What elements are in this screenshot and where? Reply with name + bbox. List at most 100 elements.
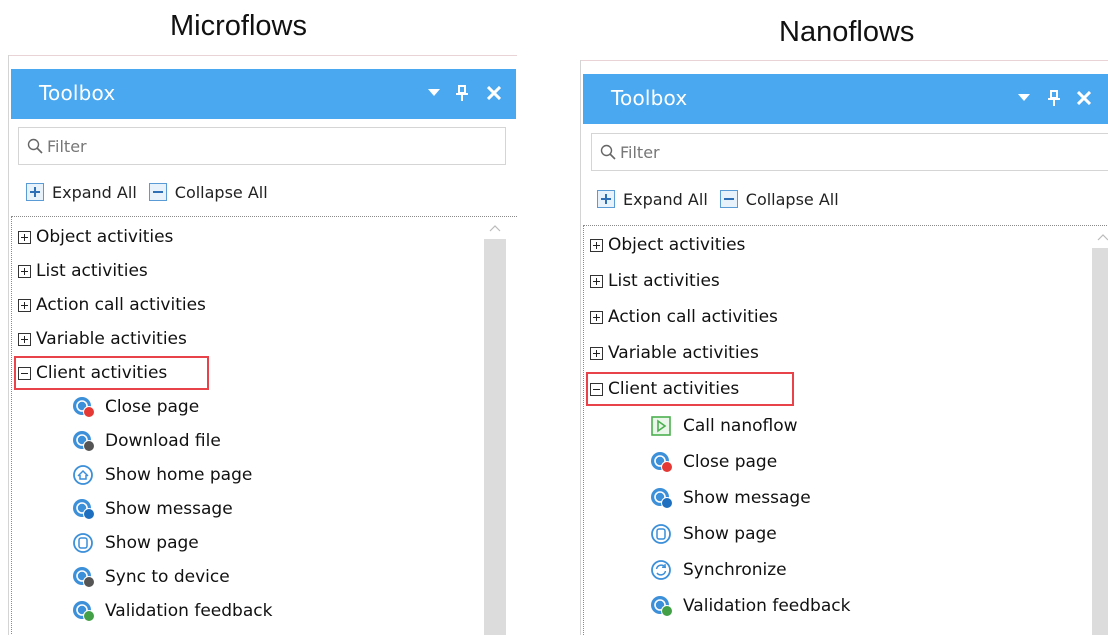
item-label: Synchronize xyxy=(683,560,787,580)
expand-icon[interactable] xyxy=(18,230,31,244)
nanoflows-heading: Nanoflows xyxy=(779,16,915,48)
expand-icon[interactable] xyxy=(18,332,31,346)
show-message-icon xyxy=(651,488,673,509)
expand-all-icon xyxy=(26,183,44,201)
item-label: Show message xyxy=(105,499,233,519)
expand-all-button[interactable]: Expand All xyxy=(26,183,137,202)
close-page-icon xyxy=(73,397,95,418)
toolbox-title: Toolbox xyxy=(39,81,116,105)
collapse-all-label: Collapse All xyxy=(745,189,839,209)
dropdown-arrow-icon[interactable] xyxy=(1013,86,1035,110)
tree-category-object-activities[interactable]: Object activities xyxy=(590,230,745,260)
validation-feedback-icon xyxy=(73,601,95,622)
tree-category-action-call-activities[interactable]: Action call activities xyxy=(18,290,206,320)
toolbox-titlebar: Toolbox xyxy=(11,69,516,119)
category-label: Object activities xyxy=(36,227,174,247)
close-page-icon xyxy=(651,452,673,473)
toolbox-item-close-page[interactable]: Close page xyxy=(72,392,199,422)
dropdown-arrow-icon[interactable] xyxy=(423,81,445,105)
toolbox-tree: Object activities List activities Action… xyxy=(583,225,1108,635)
show-page-icon xyxy=(651,524,671,544)
item-label: Show message xyxy=(683,488,811,508)
tree-category-variable-activities[interactable]: Variable activities xyxy=(590,338,759,368)
microflows-heading: Microflows xyxy=(170,10,307,42)
collapse-all-button[interactable]: Collapse All xyxy=(719,189,839,209)
expand-all-button[interactable]: Expand All xyxy=(597,190,708,209)
category-label: Action call activities xyxy=(608,307,778,327)
synchronize-icon xyxy=(651,560,671,580)
toolbox-item-call-nanoflow[interactable]: Call nanoflow xyxy=(650,411,798,441)
filter-input[interactable]: Filter xyxy=(591,133,1108,171)
toolbox-item-validation-feedback[interactable]: Validation feedback xyxy=(650,591,850,621)
client-activities-highlight xyxy=(586,372,794,406)
collapse-all-icon xyxy=(719,190,738,208)
toolbox-panel-microflows: Toolbox Filter Expand All Collapse All O… xyxy=(8,55,517,635)
panel-top-border xyxy=(581,60,1108,75)
toolbox-item-show-home-page[interactable]: Show home page xyxy=(72,460,252,490)
filter-placeholder: Filter xyxy=(620,143,660,162)
expand-icon[interactable] xyxy=(590,238,603,252)
scroll-up-icon[interactable] xyxy=(484,217,506,239)
tree-category-action-call-activities[interactable]: Action call activities xyxy=(590,302,778,332)
item-label: Show page xyxy=(683,524,777,544)
expand-all-label: Expand All xyxy=(52,182,137,202)
toolbox-item-show-message[interactable]: Show message xyxy=(72,494,233,524)
panel-top-border xyxy=(9,55,517,70)
tree-scrollbar[interactable] xyxy=(1092,226,1108,635)
validation-feedback-icon xyxy=(651,596,673,617)
tree-scrollbar[interactable] xyxy=(484,217,506,635)
toolbox-item-show-message[interactable]: Show message xyxy=(650,483,811,513)
tree-category-variable-activities[interactable]: Variable activities xyxy=(18,324,187,354)
category-label: List activities xyxy=(608,271,720,291)
collapse-all-button[interactable]: Collapse All xyxy=(148,183,268,202)
tree-category-object-activities[interactable]: Object activities xyxy=(18,222,173,252)
scroll-up-icon[interactable] xyxy=(1092,226,1108,248)
expand-icon[interactable] xyxy=(18,264,31,278)
category-label: Variable activities xyxy=(36,329,187,349)
expand-icon[interactable] xyxy=(590,274,603,288)
item-label: Validation feedback xyxy=(105,601,273,621)
expand-all-icon xyxy=(597,190,615,208)
search-icon xyxy=(600,144,616,164)
category-label: Variable activities xyxy=(608,343,759,363)
pin-icon[interactable] xyxy=(1043,86,1065,110)
toolbox-title: Toolbox xyxy=(611,86,688,110)
item-label: Validation feedback xyxy=(683,596,851,616)
tree-category-list-activities[interactable]: List activities xyxy=(18,256,148,286)
toolbox-item-show-page[interactable]: Show page xyxy=(72,528,199,558)
item-label: Sync to device xyxy=(105,567,230,587)
expand-icon[interactable] xyxy=(590,346,603,360)
show-message-icon xyxy=(73,499,95,520)
filter-placeholder: Filter xyxy=(47,137,87,156)
client-activities-highlight xyxy=(14,356,209,390)
collapse-all-icon xyxy=(148,183,167,201)
toolbox-tree: Object activities List activities Action… xyxy=(11,216,517,635)
item-label: Call nanoflow xyxy=(683,416,798,436)
close-icon[interactable] xyxy=(1073,86,1095,110)
item-label: Download file xyxy=(105,431,221,451)
item-label: Close page xyxy=(683,452,778,472)
expand-all-label: Expand All xyxy=(623,189,708,209)
toolbox-item-show-page[interactable]: Show page xyxy=(650,519,777,549)
item-label: Close page xyxy=(105,397,200,417)
toolbox-item-sync-to-device[interactable]: Sync to device xyxy=(72,562,230,592)
toolbox-item-download-file[interactable]: Download file xyxy=(72,426,221,456)
search-icon xyxy=(27,138,43,158)
download-file-icon xyxy=(73,431,95,452)
toolbox-item-validation-feedback[interactable]: Validation feedback xyxy=(72,596,272,626)
expand-collapse-toolbar: Expand All Collapse All xyxy=(26,179,280,205)
tree-category-list-activities[interactable]: List activities xyxy=(590,266,720,296)
toolbox-titlebar: Toolbox xyxy=(583,74,1108,124)
toolbox-panel-nanoflows: Toolbox Filter Expand All Collapse All O… xyxy=(580,60,1108,635)
expand-icon[interactable] xyxy=(18,298,31,312)
category-label: Action call activities xyxy=(36,295,206,315)
filter-input[interactable]: Filter xyxy=(18,127,506,165)
pin-icon[interactable] xyxy=(451,81,473,105)
expand-icon[interactable] xyxy=(590,310,603,324)
category-label: Object activities xyxy=(608,235,746,255)
toolbox-item-close-page[interactable]: Close page xyxy=(650,447,777,477)
close-icon[interactable] xyxy=(483,81,505,105)
toolbox-item-synchronize[interactable]: Synchronize xyxy=(650,555,787,585)
expand-collapse-toolbar: Expand All Collapse All xyxy=(597,186,851,212)
show-home-page-icon xyxy=(73,465,93,485)
